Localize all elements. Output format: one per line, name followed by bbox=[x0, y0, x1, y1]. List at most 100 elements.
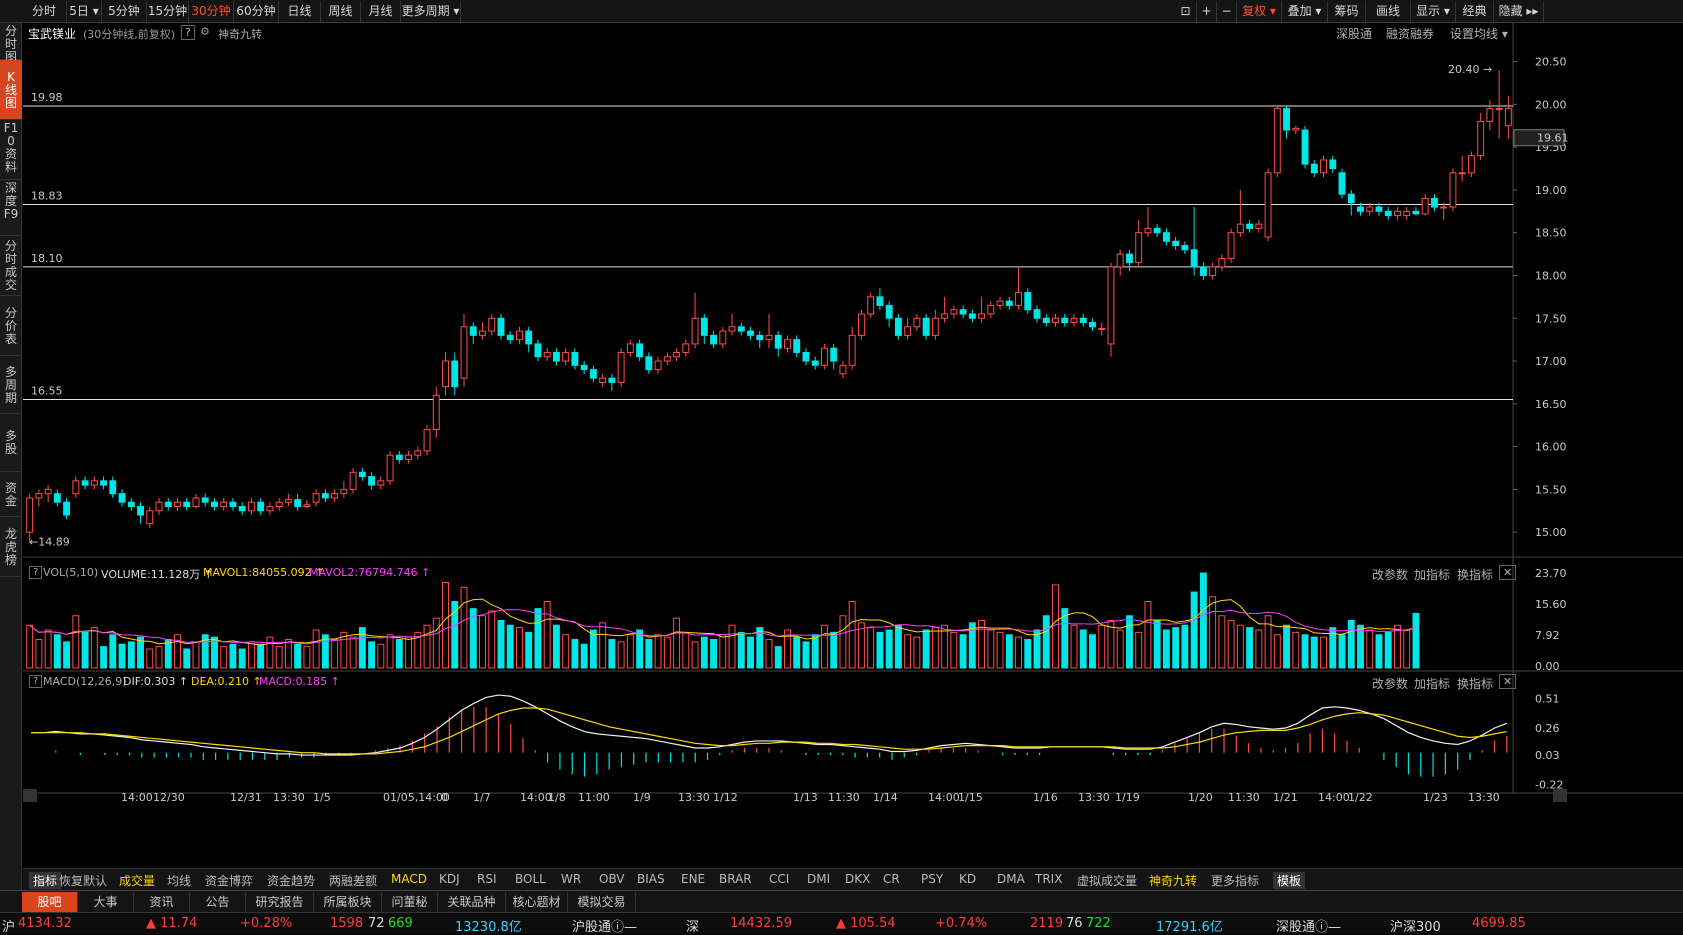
vol-change-params[interactable]: 改参数 bbox=[1372, 566, 1408, 583]
tab-8[interactable]: 核心题材 bbox=[506, 892, 568, 912]
leftnav-1[interactable]: K线图 bbox=[0, 60, 22, 120]
period-2[interactable]: 5分钟 bbox=[102, 1, 147, 22]
indicator-15[interactable]: BRAR bbox=[719, 872, 752, 886]
shen-gu-tong-link[interactable]: 深股通 bbox=[1336, 25, 1372, 42]
leftnav-3[interactable]: 深度F9 bbox=[0, 180, 22, 236]
candle-body bbox=[1033, 309, 1041, 319]
macd-swap-indicator[interactable]: 换指标 bbox=[1457, 675, 1493, 692]
toolbar-5[interactable]: 经典 bbox=[1456, 1, 1494, 22]
volume-bar bbox=[996, 631, 1004, 669]
indicator-7[interactable]: MACD bbox=[391, 872, 427, 886]
indicator-8[interactable]: KDJ bbox=[439, 872, 460, 886]
period-5[interactable]: 60分钟 bbox=[234, 1, 279, 22]
tab-3[interactable]: 公告 bbox=[190, 892, 246, 912]
macd-help-icon[interactable]: ? bbox=[29, 675, 43, 688]
leftnav-4[interactable]: 分时成交 bbox=[0, 236, 22, 296]
leftnav-0[interactable]: 分时图 bbox=[0, 23, 22, 64]
period-4[interactable]: 30分钟 bbox=[189, 1, 234, 22]
macd-add-indicator[interactable]: 加指标 bbox=[1414, 675, 1450, 692]
hgt-label[interactable]: 沪股通ⓘ— bbox=[572, 916, 637, 935]
scroll-left-icon[interactable] bbox=[23, 789, 37, 802]
kline-chart[interactable]: 20.5020.0019.5019.0018.5018.0017.5017.00… bbox=[23, 23, 1683, 868]
lock-icon[interactable]: ⊡ bbox=[1175, 1, 1197, 22]
volume-bar bbox=[109, 634, 117, 669]
indicator-22[interactable]: DMA bbox=[997, 872, 1025, 886]
toolbar-2[interactable]: 筹码 bbox=[1328, 1, 1366, 22]
scroll-right-icon[interactable] bbox=[1553, 789, 1567, 802]
period-0[interactable]: 分时 bbox=[22, 1, 67, 22]
toolbar-3[interactable]: 画线 bbox=[1366, 1, 1411, 22]
indicator-24[interactable]: 虚拟成交量 bbox=[1077, 872, 1137, 889]
indicator-17[interactable]: DMI bbox=[807, 872, 830, 886]
leftnav-7[interactable]: 多股 bbox=[0, 414, 22, 472]
indicator-12[interactable]: OBV bbox=[599, 872, 625, 886]
indicator-0[interactable]: 指标 bbox=[29, 872, 62, 889]
vol-add-indicator[interactable]: 加指标 bbox=[1414, 566, 1450, 583]
indicator-13[interactable]: BIAS bbox=[637, 872, 665, 886]
indicator-18[interactable]: DKX bbox=[845, 872, 870, 886]
leftnav-9[interactable]: 龙虎榜 bbox=[0, 517, 22, 577]
indicator-6[interactable]: 两融差额 bbox=[329, 872, 377, 889]
toolbar-0[interactable]: 复权 ▾ bbox=[1237, 1, 1282, 22]
tab-0[interactable]: 股吧 bbox=[22, 892, 78, 912]
volume-bar bbox=[1255, 629, 1263, 669]
leftnav-5[interactable]: 分价表 bbox=[0, 296, 22, 356]
candle-body bbox=[137, 505, 144, 516]
period-3[interactable]: 15分钟 bbox=[147, 1, 189, 22]
tab-6[interactable]: 问董秘 bbox=[382, 892, 438, 912]
period-8[interactable]: 月线 bbox=[361, 1, 401, 22]
candle-body bbox=[1190, 249, 1198, 268]
indicator-25[interactable]: 神奇九转 bbox=[1149, 872, 1197, 889]
indicator-5[interactable]: 资金趋势 bbox=[267, 872, 315, 889]
sgt-label[interactable]: 深股通ⓘ— bbox=[1276, 916, 1341, 935]
indicator-11[interactable]: WR bbox=[561, 872, 581, 886]
indicator-9[interactable]: RSI bbox=[477, 872, 497, 886]
period-7[interactable]: 周线 bbox=[321, 1, 361, 22]
toolbar-1[interactable]: 叠加 ▾ bbox=[1282, 1, 1328, 22]
indicator-21[interactable]: KD bbox=[959, 872, 976, 886]
indicator-10[interactable]: BOLL bbox=[515, 872, 546, 886]
margin-link[interactable]: 融资融券 bbox=[1386, 25, 1434, 42]
tab-9[interactable]: 模拟交易 bbox=[568, 892, 636, 912]
indicator-27[interactable]: 模板 bbox=[1273, 872, 1306, 889]
toolbar-4[interactable]: 显示 ▾ bbox=[1411, 1, 1456, 22]
vol-swap-indicator[interactable]: 换指标 bbox=[1457, 566, 1493, 583]
indicator-19[interactable]: CR bbox=[883, 872, 900, 886]
period-6[interactable]: 日线 bbox=[279, 1, 321, 22]
indicator-4[interactable]: 资金博弈 bbox=[205, 872, 253, 889]
zoom-out-icon[interactable]: − bbox=[1217, 1, 1237, 22]
leftnav-8[interactable]: 资金 bbox=[0, 472, 22, 517]
indicator-26[interactable]: 更多指标 bbox=[1211, 872, 1259, 889]
indicator-3[interactable]: 均线 bbox=[167, 872, 191, 889]
indicator-23[interactable]: TRIX bbox=[1035, 872, 1062, 886]
period-9[interactable]: 更多周期 ▾ bbox=[401, 1, 461, 22]
macd-close-icon[interactable]: ✕ bbox=[1499, 674, 1517, 689]
leftnav-2[interactable]: F10资料 bbox=[0, 120, 22, 180]
gear-icon[interactable]: ⚙ bbox=[200, 25, 210, 38]
set-ma-link[interactable]: 设置均线 ▾ bbox=[1450, 25, 1508, 42]
help-icon[interactable]: ? bbox=[181, 25, 195, 40]
candle-body bbox=[1495, 108, 1503, 111]
tab-2[interactable]: 资讯 bbox=[134, 892, 190, 912]
indicator-14[interactable]: ENE bbox=[681, 872, 705, 886]
candle-body bbox=[525, 330, 533, 345]
candle-body bbox=[1255, 223, 1263, 229]
vol-close-icon[interactable]: ✕ bbox=[1499, 565, 1517, 580]
indicator-1[interactable]: 恢复默认 bbox=[59, 872, 107, 889]
indicator-2[interactable]: 成交量 bbox=[119, 872, 155, 889]
macd-change-params[interactable]: 改参数 bbox=[1372, 675, 1408, 692]
indicator-16[interactable]: CCI bbox=[769, 872, 789, 886]
tab-5[interactable]: 所属板块 bbox=[314, 892, 382, 912]
zoom-in-icon[interactable]: + bbox=[1197, 1, 1217, 22]
indicator-20[interactable]: PSY bbox=[921, 872, 943, 886]
volume-bar bbox=[1079, 629, 1087, 669]
time-label: 0 bbox=[441, 791, 448, 804]
leftnav-6[interactable]: 多周期 bbox=[0, 356, 22, 414]
candle-body bbox=[238, 505, 246, 512]
period-1[interactable]: 5日 ▾ bbox=[67, 1, 102, 22]
tab-7[interactable]: 关联品种 bbox=[438, 892, 506, 912]
tab-4[interactable]: 研究报告 bbox=[246, 892, 314, 912]
tab-1[interactable]: 大事 bbox=[78, 892, 134, 912]
toolbar-6[interactable]: 隐藏 ▸▸ bbox=[1494, 1, 1544, 22]
vol-help-icon[interactable]: ? bbox=[29, 566, 43, 579]
